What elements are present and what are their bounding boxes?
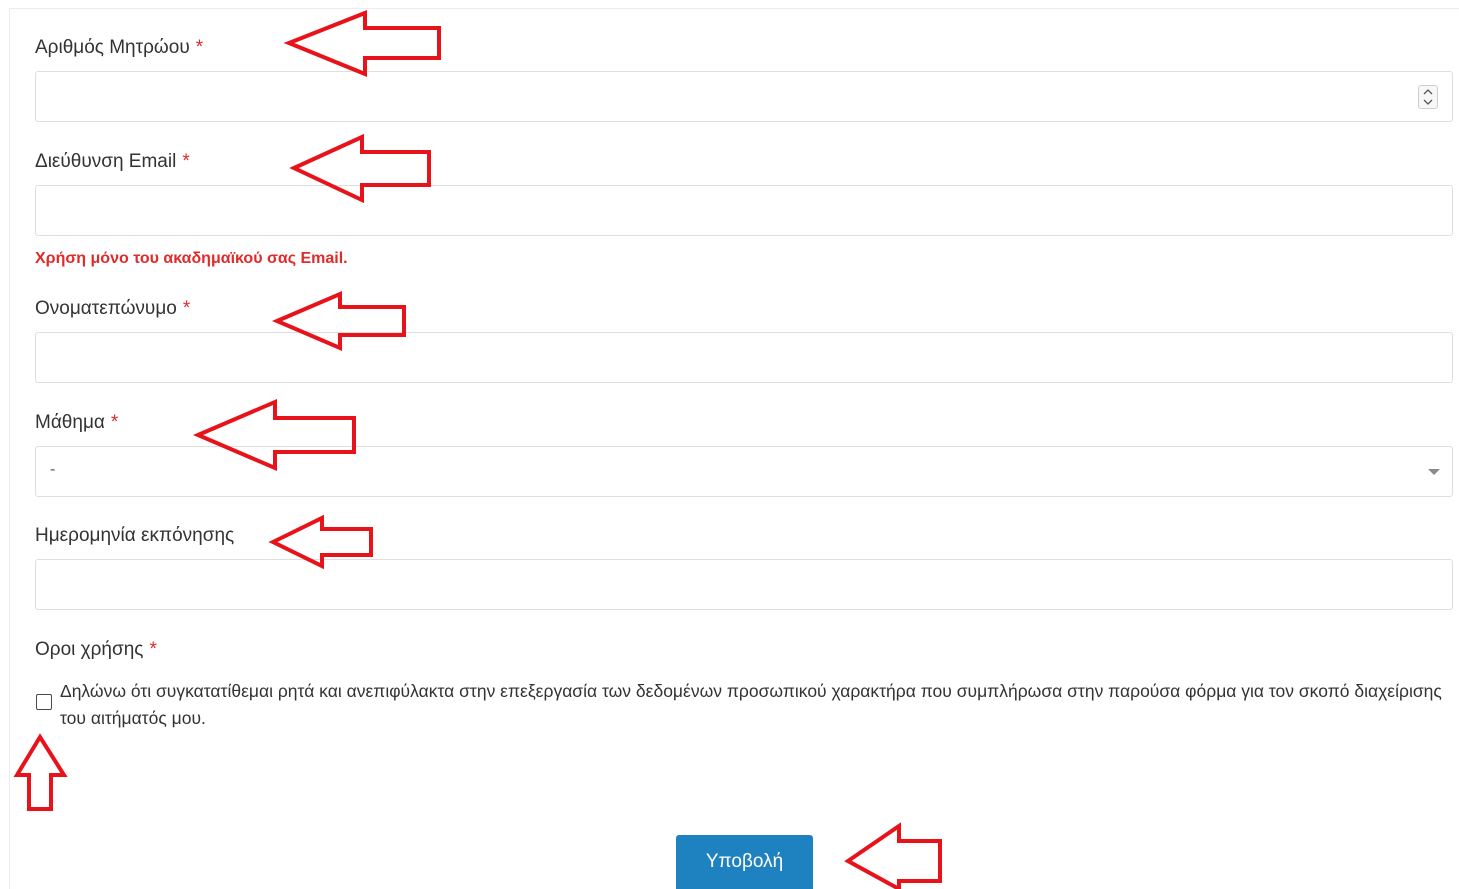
student-id-label: Αριθμός Μητρώου * [35,37,203,59]
terms-label-text: Οροι χρήσης [35,639,144,660]
course-label-text: Μάθημα [35,412,105,433]
arrow-outline-icon [268,514,373,570]
email-hint: Χρήση μόνο του ακαδημαϊκού σας Email. [35,250,348,267]
email-input[interactable] [35,185,1453,236]
course-select-value: - [50,461,56,478]
student-id-label-text: Αριθμός Μητρώου [35,37,190,58]
submit-button[interactable]: Υποβολή [676,835,813,889]
registration-form-page: Αριθμός Μητρώου * Διεύθυνση Email * Χρήση … [0,0,1459,889]
arrow-outline-icon [271,290,406,352]
caret-down-icon [1428,469,1440,475]
arrow-outline-icon [289,133,431,204]
date-label: Ημερομηνία εκπόνησης [35,525,234,547]
required-mark: * [195,37,204,58]
terms-checkbox[interactable] [36,694,52,710]
arrow-outline-icon [13,733,68,811]
arrow-outline-icon [192,398,356,472]
required-mark: * [182,151,190,172]
required-mark: * [110,412,119,433]
required-mark: * [182,298,191,319]
arrow-outline-icon [283,10,441,77]
fullname-label-text: Ονοματεπώνυμο [35,298,177,319]
email-label-text: Διεύθυνση Email [35,151,177,172]
fullname-label: Ονοματεπώνυμο * [35,298,190,320]
terms-label: Οροι χρήσης * [35,639,157,661]
course-label: Μάθημα * [35,412,118,434]
terms-consent-text: Δηλώνω ότι συγκατατίθεμαι ρητά και ανεπι… [60,681,1442,728]
email-label: Διεύθυνση Email * [35,151,190,173]
required-mark: * [149,639,157,660]
date-label-text: Ημερομηνία εκπόνησης [35,525,235,546]
student-id-input[interactable] [35,71,1453,122]
date-input[interactable] [35,559,1453,610]
fullname-input[interactable] [35,332,1453,383]
arrow-outline-icon [844,822,942,889]
number-spinner-icon[interactable] [1418,85,1438,109]
